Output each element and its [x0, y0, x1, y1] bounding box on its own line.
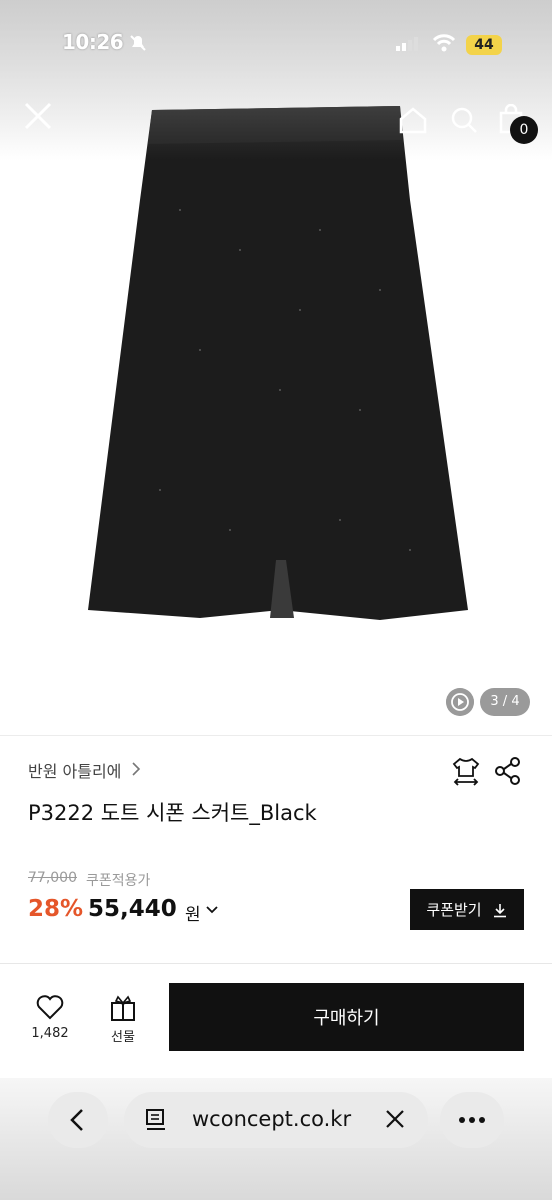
play-icon[interactable] — [446, 688, 474, 716]
close-icon[interactable] — [384, 1108, 406, 1130]
gift-icon[interactable] — [109, 994, 137, 1022]
divider — [0, 963, 552, 964]
download-icon — [493, 903, 506, 917]
buy-button[interactable]: 구매하기 — [169, 983, 524, 1051]
battery-indicator: 44 — [466, 35, 502, 55]
home-icon[interactable] — [398, 106, 428, 134]
product-title: P3222 도트 시폰 스커트_Black — [28, 801, 317, 825]
share-icon[interactable] — [494, 756, 522, 786]
image-counter: 3 / 4 — [480, 688, 530, 716]
coupon-button-label: 쿠폰받기 — [426, 901, 482, 919]
coupon-download-button[interactable]: 쿠폰받기 — [410, 889, 524, 930]
close-icon[interactable] — [22, 100, 54, 132]
silent-bell-icon — [130, 35, 146, 51]
search-icon[interactable] — [450, 106, 478, 134]
wifi-icon — [432, 34, 456, 52]
top-gradient — [0, 0, 552, 160]
chevron-down-icon[interactable] — [205, 903, 219, 917]
like-count: 1,482 — [31, 1026, 69, 1041]
chevron-left-icon[interactable] — [66, 1106, 90, 1134]
divider — [0, 735, 552, 736]
gift-label: 선물 — [111, 1030, 135, 1045]
status-time: 10:26 — [62, 30, 124, 54]
size-fitting-icon[interactable] — [450, 756, 482, 786]
discount-rate: 28% — [28, 896, 84, 922]
original-price: 77,000 — [28, 870, 77, 886]
currency-label[interactable]: 원 — [185, 900, 201, 925]
brand-link[interactable]: 반원 아틀리에 — [28, 758, 121, 782]
chevron-right-icon[interactable] — [130, 760, 142, 778]
url-text[interactable]: wconcept.co.kr — [192, 1107, 351, 1131]
sale-price[interactable]: 55,440 — [88, 896, 177, 922]
more-icon[interactable] — [456, 1112, 488, 1128]
coupon-price-label: 쿠폰적용가 — [86, 873, 151, 889]
signal-icon — [396, 37, 418, 51]
product-image-skirt[interactable] — [80, 90, 470, 630]
cart-count-badge: 0 — [510, 116, 538, 144]
heart-icon[interactable] — [36, 994, 64, 1020]
page-menu-icon[interactable] — [144, 1108, 168, 1132]
